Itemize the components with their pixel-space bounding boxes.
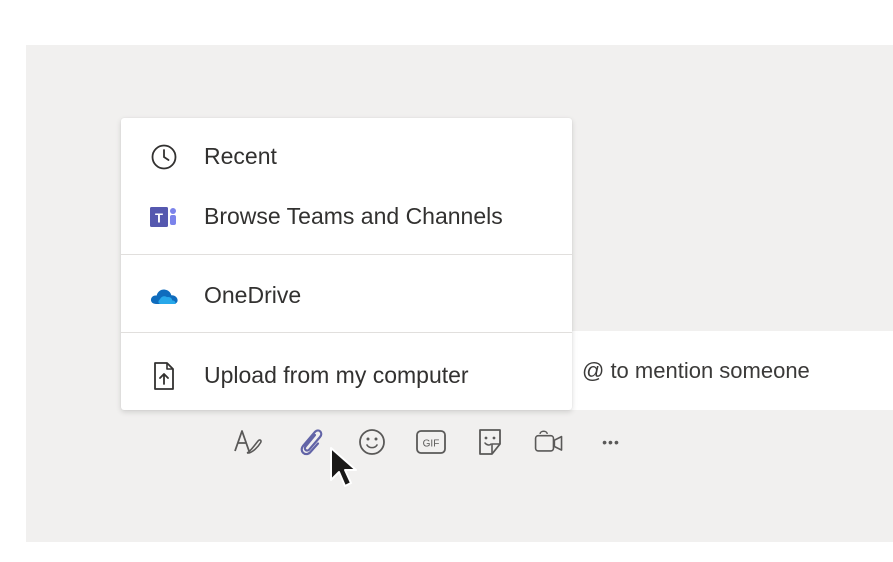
clock-icon: [149, 142, 179, 172]
upload-file-icon: [149, 361, 179, 391]
menu-item-label: Recent: [204, 143, 277, 169]
format-icon[interactable]: [232, 425, 266, 459]
menu-divider: [121, 254, 572, 255]
onedrive-icon: [149, 281, 179, 311]
meet-now-icon[interactable]: [532, 425, 566, 459]
menu-item-upload[interactable]: Upload from my computer: [121, 349, 572, 403]
more-options-dots: •••: [602, 434, 620, 450]
sticker-icon[interactable]: [473, 425, 507, 459]
menu-item-browse-teams[interactable]: T Browse Teams and Channels: [121, 190, 572, 244]
menu-item-onedrive[interactable]: OneDrive: [121, 269, 572, 323]
mouse-cursor-icon: [328, 446, 360, 490]
svg-text:T: T: [155, 211, 163, 226]
emoji-icon[interactable]: [355, 425, 389, 459]
teams-icon: T: [149, 202, 179, 232]
menu-divider: [121, 332, 572, 333]
menu-item-label: Browse Teams and Channels: [204, 203, 503, 229]
menu-item-label: Upload from my computer: [204, 362, 469, 388]
gif-icon[interactable]: GIF: [414, 425, 448, 459]
menu-item-label: OneDrive: [204, 282, 302, 308]
menu-item-recent[interactable]: Recent: [121, 130, 572, 184]
gif-label: GIF: [423, 439, 440, 450]
more-options-icon[interactable]: •••: [594, 425, 628, 459]
attach-menu: Recent T Browse Teams and Channels OneDr…: [121, 118, 572, 410]
compose-placeholder: @ to mention someone: [582, 358, 810, 383]
attach-icon[interactable]: [294, 425, 328, 459]
